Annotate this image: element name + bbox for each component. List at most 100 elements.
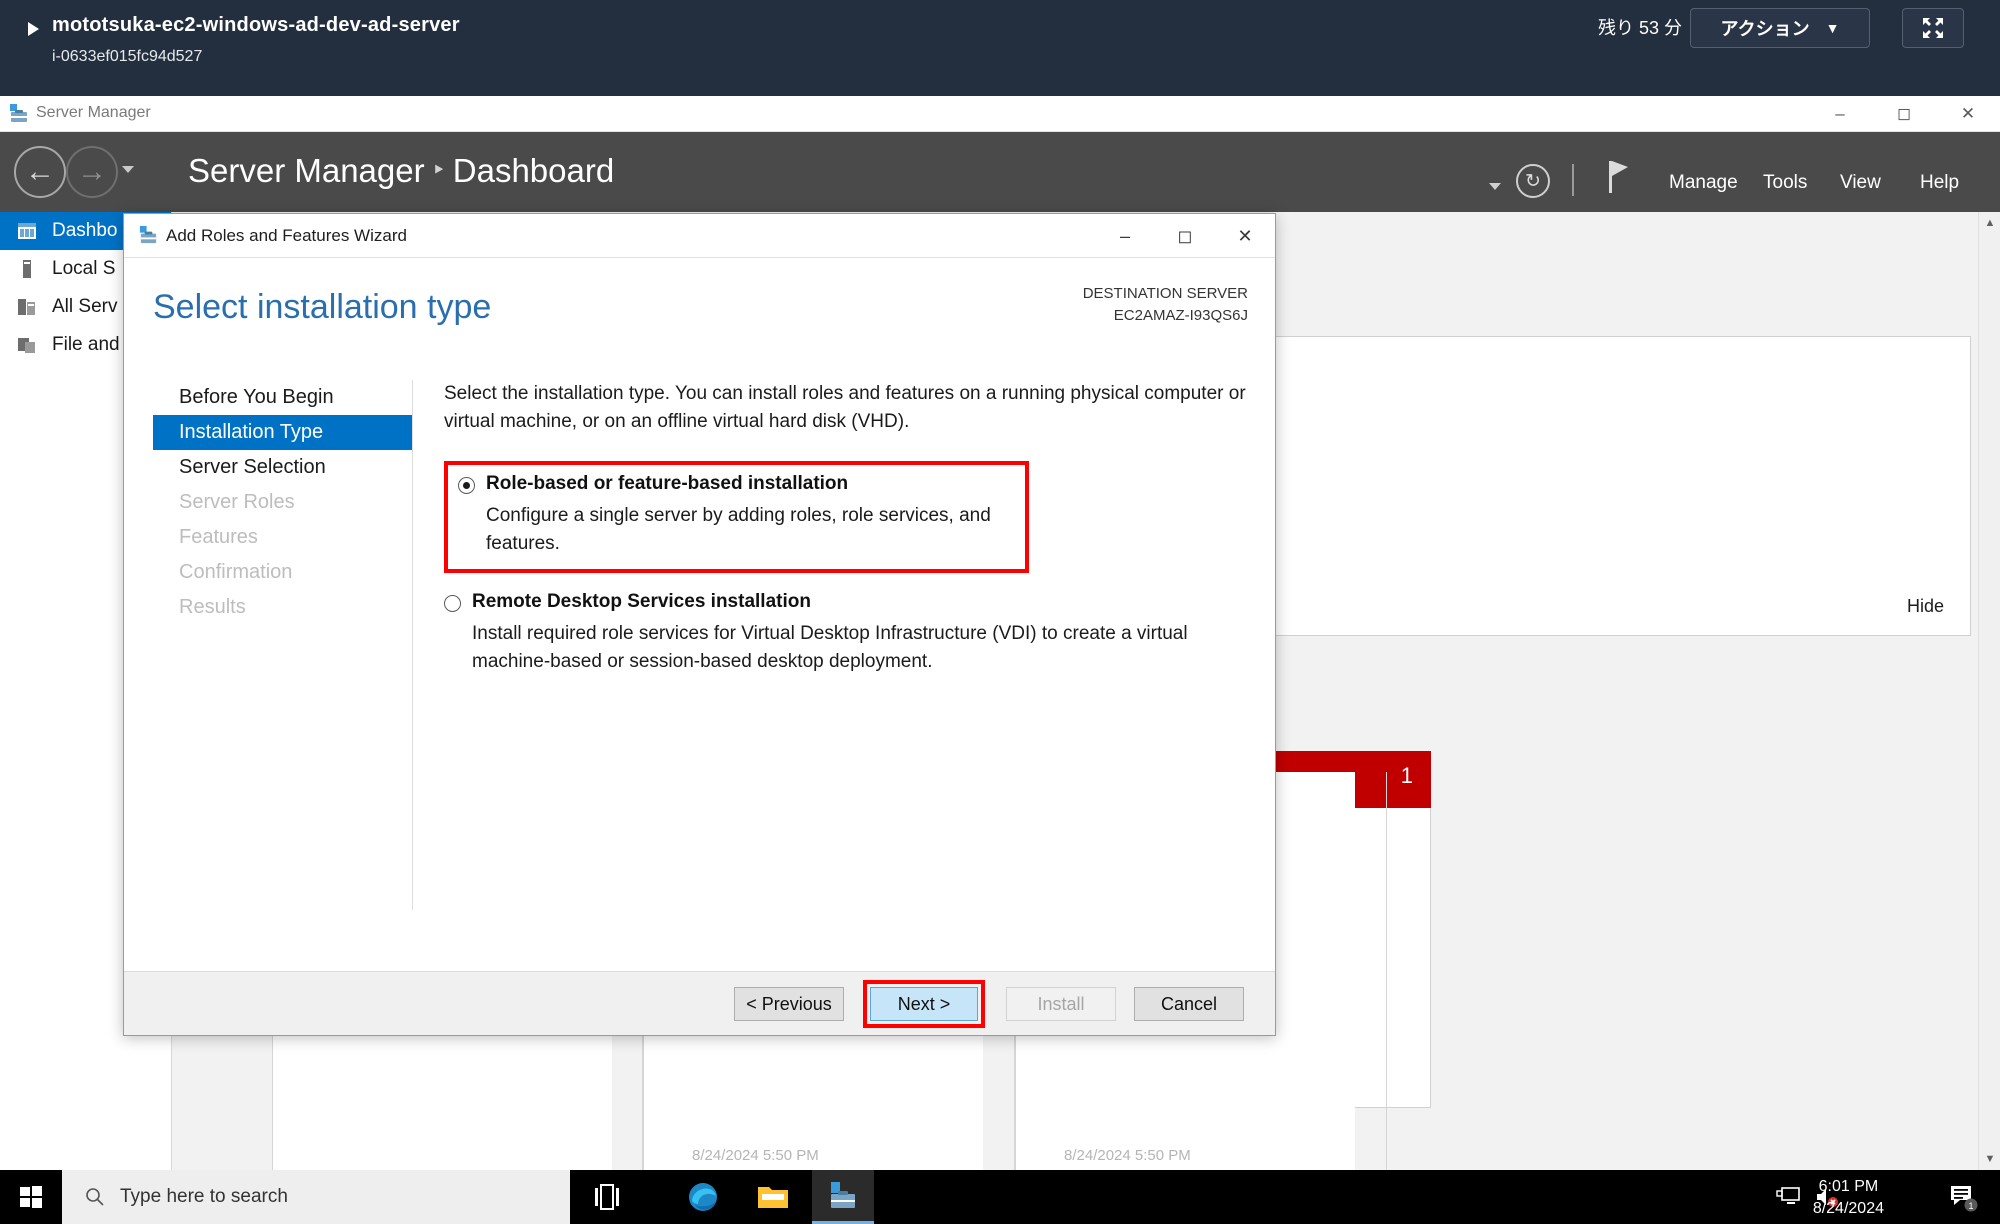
destination-server-name: EC2AMAZ-I93QS6J — [1113, 306, 1248, 324]
sidebar-item-label: Dashbo — [52, 220, 118, 241]
wizard-step-server-roles: Server Roles — [153, 485, 412, 520]
forward-button[interactable]: → — [66, 146, 118, 198]
wizard-step-features: Features — [153, 520, 412, 555]
screen: mototsuka-ec2-windows-ad-dev-ad-server i… — [0, 0, 2000, 1224]
search-placeholder: Type here to search — [120, 1186, 288, 1207]
column-divider — [1386, 772, 1387, 1170]
wizard-step-confirmation: Confirmation — [153, 555, 412, 590]
scroll-up-icon[interactable]: ▲ — [1979, 212, 2000, 234]
ribbon-menu-manage[interactable]: Manage — [1669, 172, 1738, 194]
breadcrumb-root[interactable]: Server Manager — [188, 152, 425, 189]
wizard-step-before-you-begin[interactable]: Before You Begin — [153, 380, 412, 415]
radio-role-based-icon[interactable] — [458, 477, 475, 495]
clock-date: 8/24/2024 — [1812, 1199, 1884, 1217]
server-manager-icon — [10, 104, 27, 122]
notifications-icon: 1 — [1951, 1186, 1978, 1212]
wizard-page-content: Select the installation type. You can in… — [444, 380, 1253, 675]
vertical-scrollbar[interactable]: ▲ ▼ — [1978, 212, 2000, 1170]
wizard-step-list: Before You Begin Installation Type Serve… — [153, 380, 413, 910]
scroll-down-icon[interactable]: ▼ — [1979, 1148, 2000, 1170]
hide-link[interactable]: Hide — [1907, 596, 1944, 617]
ribbon-caret-icon[interactable] — [1489, 183, 1501, 190]
fullscreen-icon — [1923, 18, 1943, 38]
breadcrumb-current: Dashboard — [452, 152, 615, 189]
wizard-icon — [139, 225, 157, 244]
edge-icon — [689, 1183, 717, 1211]
taskbar-app-server-manager[interactable] — [812, 1170, 874, 1224]
nav-dropdown-icon[interactable] — [122, 166, 134, 173]
close-button[interactable]: ✕ — [1936, 96, 2000, 132]
next-button-highlight: Next > — [863, 980, 985, 1028]
ribbon-menu-help[interactable]: Help — [1920, 172, 1959, 194]
wizard-title: Add Roles and Features Wizard — [166, 226, 407, 245]
chevron-down-icon: ▼ — [1825, 20, 1840, 36]
clock[interactable]: 6:01 PM 8/24/2024 — [1813, 1176, 1884, 1219]
sidebar-item-label: All Serv — [52, 296, 118, 317]
svg-text:1: 1 — [1968, 1201, 1973, 1211]
radio-remote-desktop-icon[interactable] — [444, 595, 461, 613]
server-manager-title: Server Manager — [36, 104, 151, 121]
instance-name: mototsuka-ec2-windows-ad-dev-ad-server — [52, 14, 460, 36]
session-remaining-time: 残り 53 分 — [1597, 18, 1682, 38]
wizard-footer: < Previous Next > Install Cancel — [124, 971, 1275, 1035]
option-role-based-highlight: Role-based or feature-based installation… — [444, 461, 1029, 574]
server-manager-taskbar-icon — [831, 1181, 855, 1208]
taskbar-app-file-explorer[interactable] — [742, 1170, 804, 1224]
step-label: Installation Type — [179, 421, 324, 443]
server-manager-ribbon: ← → Server Manager ‣ Dashboard ↻ Manage To… — [0, 132, 2000, 212]
notifications-flag-icon[interactable] — [1606, 160, 1632, 199]
refresh-icon[interactable]: ↻ — [1516, 164, 1550, 198]
wizard-step-installation-type[interactable]: Installation Type — [153, 415, 412, 450]
action-center-button[interactable]: 1 — [1948, 1182, 1978, 1217]
wizard-step-server-selection[interactable]: Server Selection — [153, 450, 412, 485]
step-label: Before You Begin — [179, 386, 334, 408]
wizard-step-results: Results — [153, 590, 412, 625]
search-input[interactable]: Type here to search — [62, 1170, 570, 1224]
action-dropdown-button[interactable]: アクション ▼ — [1690, 8, 1870, 48]
step-label: Server Selection — [179, 456, 326, 478]
cancel-button[interactable]: Cancel — [1134, 987, 1244, 1021]
windows-taskbar: Type here to search 6:01 PM 8/24/2024 1 — [0, 1170, 2000, 1224]
local-server-icon — [23, 260, 31, 278]
breadcrumb-separator-icon: ‣ — [431, 157, 446, 184]
column-timestamp: 8/24/2024 5:50 PM — [1064, 1147, 1191, 1164]
fullscreen-button[interactable] — [1902, 8, 1964, 48]
windows-logo-icon — [20, 1186, 42, 1208]
page-title: Select installation type — [153, 288, 492, 326]
step-label: Results — [179, 596, 246, 618]
option-remote-desktop-services[interactable]: Remote Desktop Services installation Ins… — [444, 591, 1264, 675]
task-view-button[interactable] — [592, 1182, 622, 1217]
monitor-network-icon — [1776, 1187, 1800, 1204]
option-description: Configure a single server by adding role… — [486, 505, 991, 554]
previous-button[interactable]: < Previous — [734, 987, 844, 1021]
dashboard-icon — [18, 223, 36, 239]
task-view-icon — [595, 1184, 619, 1210]
instance-id: i-0633ef015fc94d527 — [52, 48, 203, 65]
intro-text: Select the installation type. You can in… — [444, 383, 1246, 432]
wizard-minimize-button[interactable]: – — [1095, 214, 1155, 258]
start-button[interactable] — [0, 1170, 62, 1224]
all-servers-icon — [18, 299, 35, 315]
server-manager-titlebar: Server Manager – ◻ ✕ — [0, 96, 2000, 132]
destination-server-label: DESTINATION SERVER — [1082, 285, 1248, 302]
minimize-button[interactable]: – — [1808, 96, 1872, 132]
ribbon-menu-view[interactable]: View — [1840, 172, 1881, 194]
network-icon[interactable] — [1776, 1185, 1802, 1214]
search-icon — [86, 1188, 104, 1206]
wizard-maximize-button[interactable]: ◻ — [1155, 214, 1215, 258]
option-role-based[interactable]: Role-based or feature-based installation — [458, 473, 1015, 495]
wizard-titlebar: Add Roles and Features Wizard – ◻ ✕ — [124, 214, 1275, 258]
cloud-console-topbar: mototsuka-ec2-windows-ad-dev-ad-server i… — [0, 0, 2000, 96]
breadcrumb: Server Manager ‣ Dashboard — [188, 152, 614, 190]
expand-triangle-icon[interactable] — [28, 22, 39, 36]
ribbon-menu-tools[interactable]: Tools — [1763, 172, 1807, 194]
file-services-icon — [18, 338, 35, 353]
sidebar-item-label: Local S — [52, 258, 116, 279]
maximize-button[interactable]: ◻ — [1872, 96, 1936, 132]
taskbar-app-edge[interactable] — [672, 1170, 734, 1224]
flag-icon — [1609, 161, 1628, 193]
back-button[interactable]: ← — [14, 146, 66, 198]
wizard-close-button[interactable]: ✕ — [1215, 214, 1275, 258]
next-button[interactable]: Next > — [870, 987, 978, 1021]
welcome-panel: Hide — [1271, 336, 1971, 636]
